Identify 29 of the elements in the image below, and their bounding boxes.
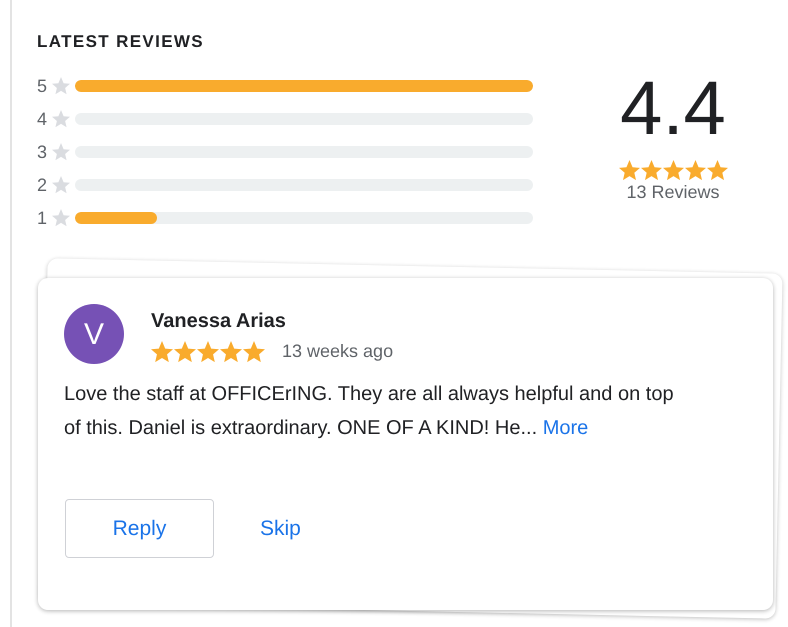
author-name: Vanessa Arias bbox=[151, 309, 287, 334]
star-icon bbox=[220, 340, 242, 362]
section-title: LATEST REVIEWS bbox=[37, 31, 206, 53]
star-icon bbox=[52, 176, 70, 194]
review-count: 13 Reviews bbox=[626, 181, 720, 203]
star-icon bbox=[52, 209, 70, 227]
star-icon bbox=[640, 160, 662, 181]
rating-level: 5 bbox=[37, 77, 48, 95]
review-time: 13 weeks ago bbox=[282, 340, 394, 363]
average-rating: 4.4 bbox=[620, 65, 726, 153]
review-text: Love the staff at OFFICErING. They are all always helpful and on top of this. Daniel is extraordinary. ONE OF A KIND! He... More bbox=[63, 382, 675, 441]
rating-level: 2 bbox=[37, 176, 48, 194]
star-icon bbox=[706, 160, 728, 181]
star-icon bbox=[52, 143, 70, 161]
avatar: V bbox=[64, 304, 124, 364]
more-link[interactable]: More bbox=[542, 417, 588, 439]
star-icon bbox=[174, 340, 196, 362]
star-icon bbox=[151, 340, 173, 362]
star-icon bbox=[662, 160, 684, 181]
star-icon bbox=[684, 160, 706, 181]
rating-level: 3 bbox=[37, 143, 48, 161]
reply-button[interactable]: Reply bbox=[65, 499, 214, 558]
star-icon bbox=[52, 110, 70, 128]
star-icon bbox=[618, 160, 640, 181]
rating-level: 4 bbox=[37, 110, 48, 128]
star-icon bbox=[243, 340, 265, 362]
star-icon bbox=[52, 77, 70, 95]
star-icon bbox=[197, 340, 219, 362]
rating-level: 1 bbox=[37, 209, 48, 227]
